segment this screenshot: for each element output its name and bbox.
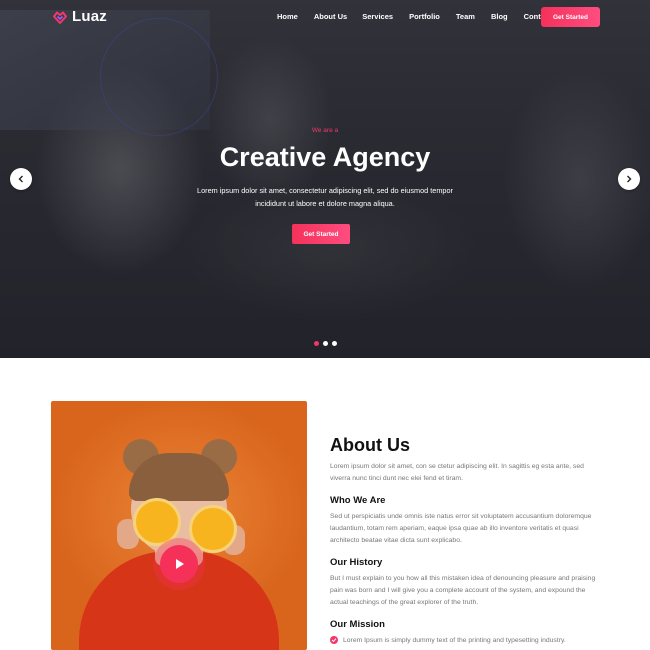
who-we-are-text: Sed ut perspiciatis unde omnis iste natu… <box>330 513 592 544</box>
our-mission-title: Our Mission <box>330 619 385 630</box>
hero-overlay <box>0 0 650 358</box>
slider-dot-2[interactable] <box>323 341 328 346</box>
slider-dot-1[interactable] <box>314 341 319 346</box>
about-lead: Lorem ipsum dolor sit amet, con se ctetu… <box>330 463 584 482</box>
slider-dot-3[interactable] <box>332 341 337 346</box>
hero-kicker: We are a <box>311 127 339 134</box>
brand-name: Luaz <box>72 8 107 25</box>
nav-home[interactable]: Home <box>277 12 298 21</box>
slider-dots <box>314 341 337 346</box>
about-title: About Us <box>330 435 410 455</box>
about-image <box>51 401 307 650</box>
who-we-are-title: Who We Are <box>330 495 386 506</box>
hero-title: Creative Agency <box>219 142 431 172</box>
chevron-left-icon <box>18 175 23 183</box>
mission-item-text: Lorem Ipsum is simply dummy text of the … <box>343 636 566 644</box>
about-content: About Us Lorem ipsum dolor sit amet, con… <box>330 432 600 644</box>
check-circle-icon <box>330 636 338 644</box>
nav-team[interactable]: Team <box>456 12 475 21</box>
video-play-button[interactable] <box>160 545 198 583</box>
logo-icon <box>53 11 67 24</box>
play-icon <box>176 559 184 569</box>
slider-next-button[interactable] <box>618 168 640 190</box>
nav-services[interactable]: Services <box>362 12 393 21</box>
hero-get-started-button[interactable]: Get Started <box>292 224 350 244</box>
brand-logo[interactable]: Luaz <box>52 8 107 25</box>
mission-item: Lorem Ipsum is simply dummy text of the … <box>330 636 600 644</box>
our-history-title: Our History <box>330 557 383 568</box>
nav-blog[interactable]: Blog <box>491 12 508 21</box>
main-menu: Home About Us Services Portfolio Team Bl… <box>277 12 579 21</box>
nav-about-us[interactable]: About Us <box>314 12 347 21</box>
chevron-right-icon <box>627 175 632 183</box>
nav-portfolio[interactable]: Portfolio <box>409 12 440 21</box>
slider-prev-button[interactable] <box>10 168 32 190</box>
our-history-text: But I must explain to you how all this m… <box>330 575 596 606</box>
nav-get-started-button[interactable]: Get Started <box>541 7 600 27</box>
top-navbar: Luaz Home About Us Services Portfolio Te… <box>0 0 650 34</box>
hero-description: Lorem ipsum dolor sit amet, consectetur … <box>197 186 453 208</box>
hero-slider: Luaz Home About Us Services Portfolio Te… <box>0 0 650 358</box>
